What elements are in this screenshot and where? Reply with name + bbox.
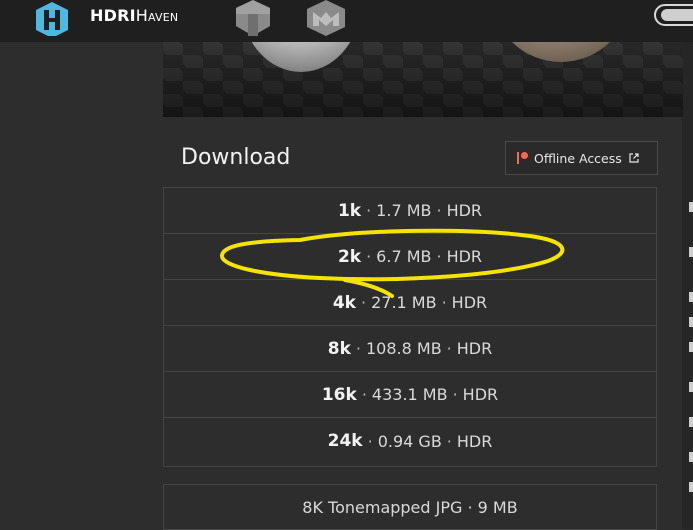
download-options-list: 1k · 1.7 MB · HDR 2k · 6.7 MB · HDR 4k · 27.1 MB · H…: [163, 187, 657, 467]
separator: ·: [446, 431, 452, 451]
separator: ·: [367, 431, 373, 451]
resolution: 2k: [337, 246, 362, 267]
separator: ·: [452, 385, 458, 404]
resolution: 8k: [327, 338, 351, 359]
resolution: 24k: [327, 431, 363, 451]
download-row-1k[interactable]: 1k · 1.7 MB · HDR: [164, 188, 656, 234]
texture-haven-icon[interactable]: [234, 0, 272, 36]
download-row-8k[interactable]: 8k · 108.8 MB · HDR: [164, 326, 656, 372]
file-size: 6.7 MB: [376, 247, 432, 266]
download-row-24k[interactable]: 24k · 0.94 GB · HDR: [164, 418, 656, 464]
file-format: HDR: [446, 201, 483, 220]
separator: ·: [441, 293, 447, 312]
top-navigation-bar: HDRIHaven: [0, 0, 693, 42]
download-row-16k[interactable]: 16k · 433.1 MB · HDR: [164, 372, 656, 418]
brand-bold: HDRI: [90, 6, 136, 25]
right-sidebar-edge: [682, 42, 693, 529]
download-row-4k[interactable]: 4k · 27.1 MB · HDR: [164, 280, 656, 326]
separator: ·: [446, 339, 452, 358]
file-size: 433.1 MB: [371, 385, 448, 404]
file-format: HDR: [456, 339, 493, 358]
file-format: HDR: [456, 431, 493, 451]
hdri-preview-image: [163, 42, 683, 117]
hdrihaven-logo-icon[interactable]: [33, 0, 71, 36]
file-size: 108.8 MB: [366, 339, 442, 358]
brand-rest: Haven: [135, 6, 179, 25]
download-row-2k[interactable]: 2k · 6.7 MB · HDR: [164, 234, 656, 280]
separator: ·: [355, 339, 361, 358]
3d-model-haven-icon[interactable]: [305, 0, 347, 36]
separator: ·: [361, 385, 367, 404]
separator: ·: [436, 201, 442, 220]
file-format: HDR: [462, 385, 499, 404]
resolution: 1k: [337, 200, 362, 221]
separator: ·: [360, 293, 367, 312]
file-size: 27.1 MB: [371, 293, 437, 312]
separator: ·: [366, 247, 372, 266]
patreon-icon: [517, 152, 528, 164]
theme-toggle[interactable]: [654, 4, 693, 26]
offline-access-button[interactable]: Offline Access: [505, 141, 658, 175]
file-format: HDR: [451, 293, 488, 312]
offline-access-label: Offline Access: [534, 150, 622, 166]
download-title: Download: [181, 145, 291, 170]
external-link-icon: [629, 153, 639, 163]
chrome-sphere: [241, 42, 361, 72]
file-size: 0.94 GB: [377, 431, 442, 451]
site-brand-name[interactable]: HDRIHaven: [90, 6, 178, 28]
file-format: HDR: [446, 247, 483, 266]
separator: ·: [436, 247, 442, 266]
file-size: 1.7 MB: [376, 201, 432, 220]
separator: ·: [366, 201, 372, 220]
resolution: 16k: [321, 384, 357, 405]
tonemapped-label: 8K Tonemapped JPG · 9 MB: [302, 497, 518, 517]
diffuse-sphere: [491, 42, 631, 62]
tonemapped-jpg-download[interactable]: 8K Tonemapped JPG · 9 MB: [163, 484, 657, 530]
resolution: 4k: [332, 292, 356, 313]
